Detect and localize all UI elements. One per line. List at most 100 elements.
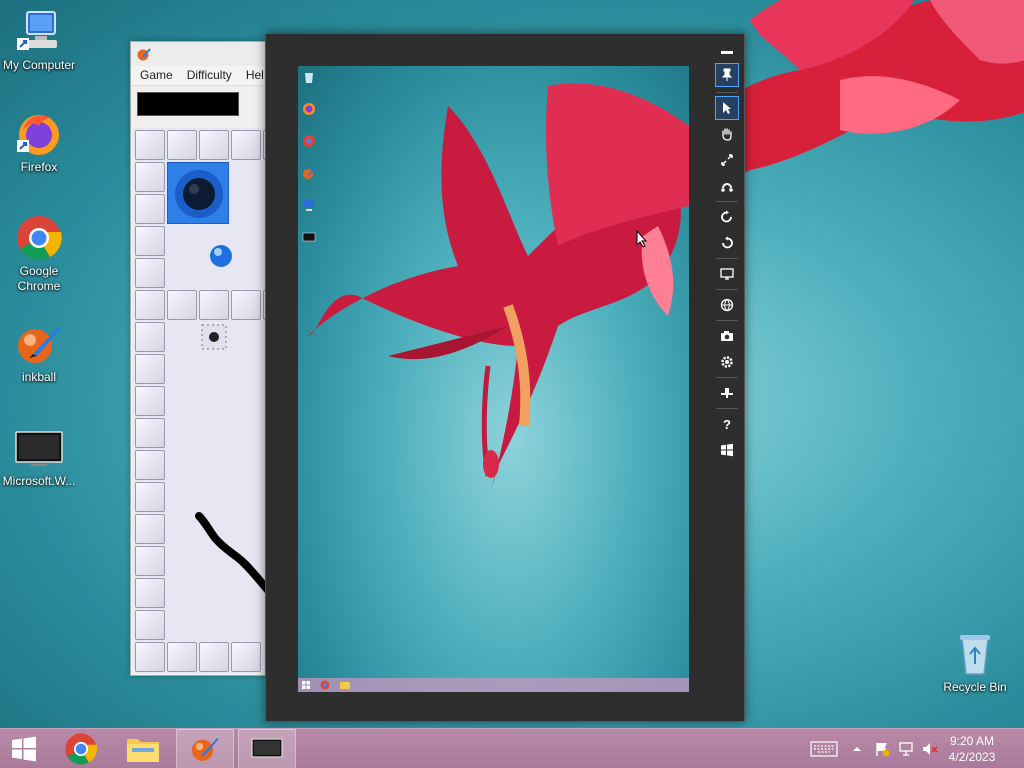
display-button[interactable] <box>715 262 739 286</box>
rotate-left-icon <box>722 236 733 249</box>
display-icon <box>720 268 734 280</box>
toolbar-separator <box>716 320 738 321</box>
rotate-left-button[interactable] <box>715 231 739 255</box>
network-icon <box>899 742 913 756</box>
wall-tile <box>135 546 165 576</box>
desktop-icon-firefox[interactable]: Firefox <box>0 110 78 175</box>
rotate-right-button[interactable] <box>715 205 739 229</box>
screenshot-button[interactable] <box>715 324 739 348</box>
computer-icon <box>15 8 63 56</box>
monitor-icon <box>15 424 63 472</box>
mini-chrome-icon <box>302 134 320 150</box>
windows-button[interactable] <box>715 438 739 462</box>
inkball-window[interactable]: Game Difficulty Hel <box>130 41 270 676</box>
screen-viewer-window[interactable]: ? <box>265 33 745 722</box>
wall-tile <box>135 642 165 672</box>
mirrored-taskbar <box>298 678 689 692</box>
expand-button[interactable] <box>715 148 739 172</box>
network-button[interactable] <box>896 729 916 768</box>
mini-firefox-icon <box>302 102 320 118</box>
desktop-icon-label: inkball <box>21 370 57 384</box>
desktop-icon-my-computer[interactable]: My Computer <box>0 8 78 73</box>
settings-icon <box>721 356 733 368</box>
monitor-icon <box>251 738 283 758</box>
mini-inkball-icon <box>302 166 320 182</box>
inkball-titlebar[interactable] <box>131 42 269 66</box>
pin-icon <box>721 68 733 81</box>
wall-tile <box>135 386 165 416</box>
mirrored-screen[interactable] <box>298 66 689 692</box>
desktop-icon-label: Firefox <box>20 160 58 174</box>
desktop-icon-inkball[interactable]: inkball <box>0 320 78 385</box>
inkball-menubar: Game Difficulty Hel <box>131 66 269 86</box>
show-hidden-icons-button[interactable] <box>848 729 866 768</box>
keyboard-icon <box>810 741 838 757</box>
volume-muted-icon <box>923 743 938 755</box>
help-icon: ? <box>723 416 731 432</box>
keyboard-icon <box>721 388 733 398</box>
action-center-button[interactable] <box>872 729 892 768</box>
mini-explorer-taskbar-icon <box>340 682 350 689</box>
hand-icon <box>722 128 732 141</box>
wall-tile <box>135 354 165 384</box>
menu-game[interactable]: Game <box>131 66 178 85</box>
clock[interactable]: 9:20 AM 4/2/2023 <box>942 733 1002 765</box>
desktop-icon-label: Recycle Bin <box>943 680 1007 694</box>
toolbar-separator <box>716 289 738 290</box>
keyboard-button[interactable] <box>715 381 739 405</box>
mini-recycle-bin-icon <box>302 70 320 86</box>
taskbar-inkball[interactable] <box>176 729 234 768</box>
taskbar-chrome[interactable] <box>56 729 106 768</box>
desktop-icon-recycle-bin[interactable]: Recycle Bin <box>936 630 1014 695</box>
toolbar-separator <box>716 377 738 378</box>
mouse-cursor-icon <box>636 230 648 248</box>
pointer-icon <box>723 102 731 114</box>
pin-button[interactable] <box>715 63 739 87</box>
toolbar-separator <box>716 201 738 202</box>
minimize-icon <box>721 50 733 54</box>
chrome-icon <box>65 733 98 765</box>
inkball-score-area <box>131 86 269 122</box>
rotate-right-icon <box>721 210 732 223</box>
minimize-button[interactable] <box>715 37 739 61</box>
pointer-tool-button[interactable] <box>715 96 739 120</box>
score-display <box>137 92 239 116</box>
touch-keyboard-button[interactable] <box>806 729 842 768</box>
volume-button[interactable] <box>920 729 940 768</box>
globe-icon <box>720 298 734 312</box>
start-button[interactable] <box>0 729 48 768</box>
taskbar: 9:20 AM 4/2/2023 <box>0 728 1024 768</box>
wall-tile <box>167 290 197 320</box>
wall-tile <box>231 130 261 160</box>
wall-tile <box>135 322 165 352</box>
blue-hole <box>167 162 229 224</box>
toolbar-separator <box>716 258 738 259</box>
desktop-icon-microsoft-w[interactable]: Microsoft.W... <box>0 424 78 489</box>
inkball-board[interactable] <box>133 128 269 673</box>
inkball-icon <box>191 737 219 761</box>
help-button[interactable]: ? <box>715 412 739 436</box>
menu-difficulty[interactable]: Difficulty <box>178 66 237 85</box>
desktop-icon-google-chrome[interactable]: Google Chrome <box>0 214 78 294</box>
wall-tile <box>135 450 165 480</box>
chrome-icon <box>15 214 63 262</box>
hand-tool-button[interactable] <box>715 122 739 146</box>
globe-button[interactable] <box>715 293 739 317</box>
settings-button[interactable] <box>715 350 739 374</box>
wall-tile <box>199 130 229 160</box>
wall-tile <box>135 578 165 608</box>
reconnect-button[interactable] <box>715 174 739 198</box>
wall-tile <box>135 514 165 544</box>
inkball-icon <box>15 320 63 368</box>
ink-stroke <box>195 512 269 598</box>
wall-tile <box>167 130 197 160</box>
taskbar-file-explorer[interactable] <box>116 729 170 768</box>
mini-start-icon <box>302 681 310 689</box>
taskbar-microsoft-w[interactable] <box>238 729 296 768</box>
flag-icon <box>876 743 890 757</box>
wall-tile <box>135 162 165 192</box>
chevron-up-icon <box>853 747 861 751</box>
wall-tile <box>167 642 197 672</box>
wall-tile <box>135 258 165 288</box>
reconnect-icon <box>721 183 733 192</box>
